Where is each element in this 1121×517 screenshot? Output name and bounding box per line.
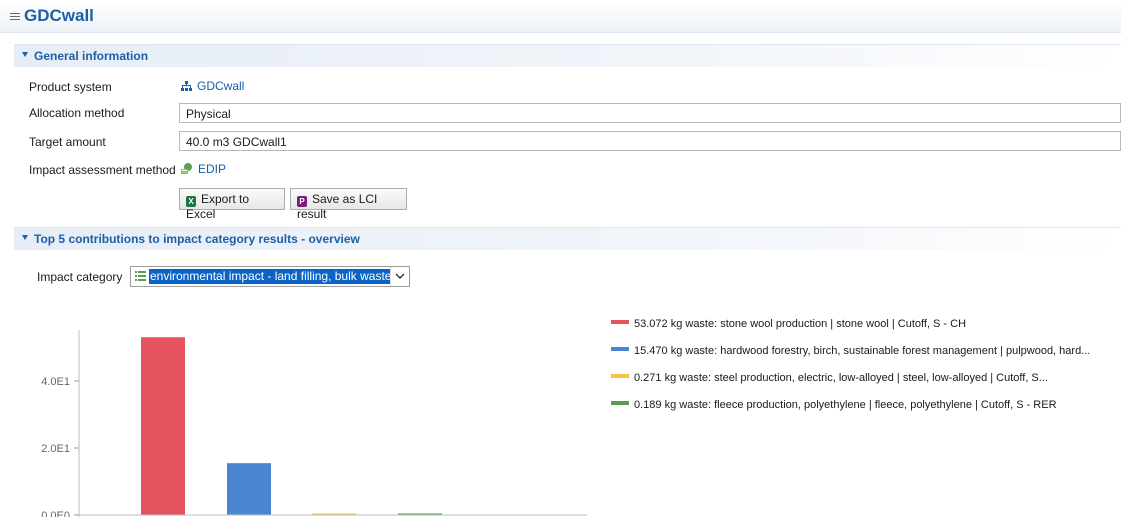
lci-result-icon: P [297, 196, 307, 207]
legend-label: 0.271 kg waste: steel production, electr… [634, 372, 1048, 384]
legend-swatch [611, 320, 629, 324]
contribution-bar-chart: 0.0E0 2.0E1 4.0E1 [41, 330, 587, 517]
product-system-label: Product system [29, 80, 112, 94]
editor-icon [10, 13, 20, 23]
impact-method-label: Impact assessment method [29, 163, 176, 177]
impact-method-link[interactable]: EDIP [181, 162, 226, 177]
collapse-triangle-icon[interactable] [22, 52, 28, 57]
save-button-label: Save as LCI result [297, 192, 378, 221]
legend-swatch [611, 374, 629, 378]
target-amount-field[interactable]: 40.0 m3 GDCwall1 [179, 131, 1121, 151]
excel-icon: X [186, 196, 196, 207]
product-system-value[interactable]: GDCwall [197, 79, 244, 93]
section-title: Top 5 contributions to impact category r… [34, 232, 360, 246]
y-tick-label: 2.0E1 [41, 443, 70, 455]
impact-category-icon [135, 271, 146, 282]
general-info-section-header[interactable]: General information [14, 44, 1121, 67]
legend-swatch [611, 347, 629, 351]
allocation-method-field[interactable]: Physical [179, 103, 1121, 123]
legend-item[interactable]: 0.189 kg waste: fleece production, polye… [611, 399, 1057, 411]
impact-method-value[interactable]: EDIP [198, 162, 226, 176]
legend-label: 0.189 kg waste: fleece production, polye… [634, 399, 1057, 411]
save-as-lci-button[interactable]: P Save as LCI result [290, 188, 407, 221]
contributions-section-header[interactable]: Top 5 contributions to impact category r… [14, 227, 1121, 250]
impact-category-combo[interactable]: environmental impact - land filling, bul… [130, 266, 410, 287]
export-to-excel-button[interactable]: X Export to Excel [179, 188, 285, 221]
impact-category-label: Impact category [37, 270, 123, 284]
legend-label: 15.470 kg waste: hardwood forestry, birc… [634, 345, 1091, 357]
bar-series-1[interactable] [141, 337, 185, 515]
legend-item[interactable]: 15.470 kg waste: hardwood forestry, birc… [611, 345, 1090, 357]
legend-item[interactable]: 0.271 kg waste: steel production, electr… [611, 372, 1048, 384]
collapse-triangle-icon[interactable] [22, 235, 28, 240]
product-system-link[interactable]: GDCwall [181, 79, 244, 94]
legend-swatch [611, 401, 629, 405]
y-tick-label: 4.0E1 [41, 376, 70, 388]
section-title: General information [34, 49, 149, 63]
legend-label: 53.072 kg waste: stone wool production |… [634, 318, 967, 330]
legend-item[interactable]: 53.072 kg waste: stone wool production |… [611, 318, 966, 330]
impact-category-value[interactable]: environmental impact - land filling, bul… [149, 269, 390, 284]
page-title: GDCwall [24, 6, 94, 25]
chevron-down-icon[interactable] [390, 267, 409, 286]
target-amount-label: Target amount [29, 135, 106, 149]
editor-title-bar: GDCwall [0, 0, 1121, 33]
y-tick-label: 0.0E0 [41, 510, 70, 517]
bar-series-2[interactable] [227, 463, 271, 515]
impact-method-icon [181, 162, 193, 177]
allocation-method-label: Allocation method [29, 106, 125, 120]
product-system-icon [181, 80, 192, 94]
